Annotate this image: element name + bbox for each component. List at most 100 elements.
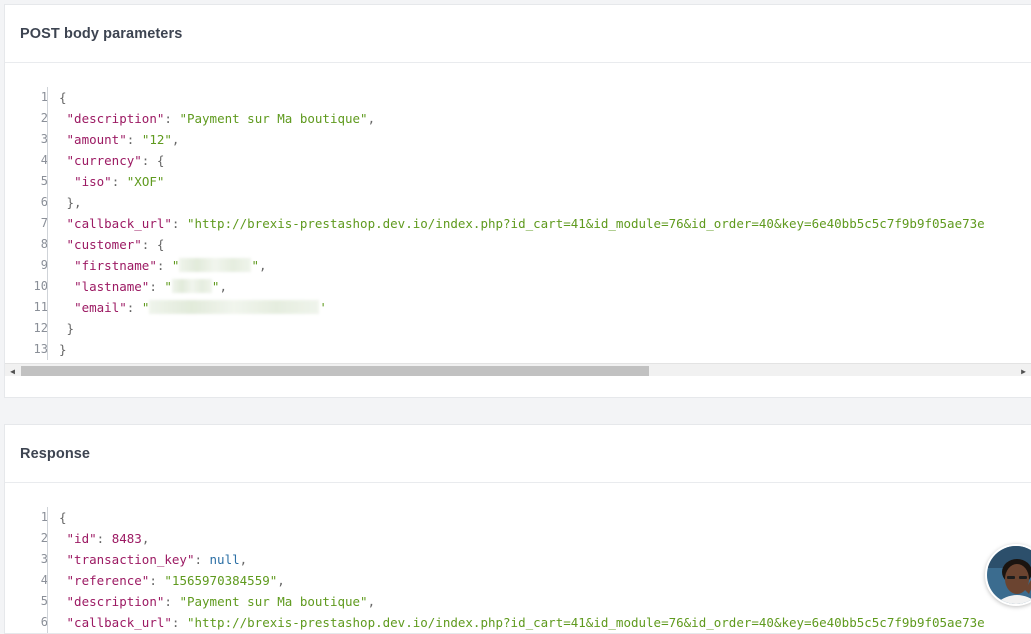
json-punctuation: :: [194, 552, 210, 567]
scrollbar-thumb[interactable]: [21, 366, 649, 376]
response-line-number: 6: [40, 615, 48, 629]
json-punctuation: [59, 279, 74, 294]
json-punctuation: :: [164, 111, 180, 126]
request-line-number: 13: [33, 342, 48, 356]
request-line-number: 10: [33, 279, 48, 293]
json-key: "description": [66, 111, 165, 126]
response-line-numbers: 1 2 3 4 5 6: [5, 507, 48, 633]
redacted-value: [149, 300, 320, 314]
response-line-number: 2: [40, 531, 48, 545]
json-punctuation: ,: [277, 573, 285, 588]
json-key: "callback_url": [66, 615, 172, 630]
json-punctuation: },: [59, 195, 82, 210]
response-code-lines[interactable]: { "id": 8483, "transaction_key": null, "…: [59, 507, 985, 633]
request-code-block: 1 2 3 4 5 6 7 8 9 10 11 12 13 { "description": "Paym…: [5, 63, 1031, 376]
json-value: ": [164, 279, 172, 294]
json-punctuation: :: [171, 216, 187, 231]
json-key: "lastname": [74, 279, 150, 294]
json-punctuation: [59, 531, 67, 546]
response-line-number: 4: [40, 573, 48, 587]
json-value: "Payment sur Ma boutique": [179, 111, 368, 126]
request-line-number: 7: [40, 216, 48, 230]
json-punctuation: :: [164, 594, 180, 609]
response-panel-header: Response: [5, 425, 1031, 483]
json-value: "XOF": [126, 174, 165, 189]
json-key: "description": [66, 594, 165, 609]
request-panel-title: POST body parameters: [20, 25, 183, 42]
json-punctuation: :: [149, 573, 165, 588]
request-line-number: 11: [33, 300, 48, 314]
json-punctuation: }: [59, 321, 75, 336]
json-punctuation: [59, 132, 67, 147]
json-key: "transaction_key": [66, 552, 195, 567]
json-value: ': [319, 300, 327, 315]
response-panel: Response 1 2 3 4 5 6 { "id": 8483, "transacti…: [4, 424, 1031, 634]
json-punctuation: :: [126, 300, 142, 315]
json-punctuation: ,: [239, 552, 248, 567]
request-code-line: "description": "Payment sur Ma boutique"…: [59, 108, 985, 129]
json-punctuation: : {: [141, 153, 165, 168]
json-punctuation: [59, 573, 67, 588]
request-code-lines[interactable]: { "description": "Payment sur Ma boutiqu…: [59, 87, 985, 360]
json-value: null: [209, 552, 240, 567]
json-key: "firstname": [74, 258, 157, 273]
scroll-right-arrow-icon[interactable]: ▶: [1016, 364, 1031, 376]
request-code-line: },: [59, 192, 985, 213]
json-punctuation: ,: [171, 132, 180, 147]
json-punctuation: :: [171, 615, 187, 630]
response-code-line: "callback_url": "http://brexis-prestasho…: [59, 612, 985, 633]
json-key: "id": [66, 531, 97, 546]
response-panel-title: Response: [20, 445, 91, 462]
response-gutter-divider: [47, 507, 48, 633]
json-punctuation: ,: [367, 594, 376, 609]
request-code-line: }: [59, 318, 985, 339]
json-value: "http://brexis-prestashop.dev.io/index.p…: [186, 216, 985, 231]
json-value: ": [251, 258, 259, 273]
request-line-number: 5: [40, 174, 48, 188]
request-line-number: 2: [40, 111, 48, 125]
json-key: "email": [74, 300, 127, 315]
request-line-numbers: 1 2 3 4 5 6 7 8 9 10 11 12 13: [5, 87, 48, 360]
request-line-number: 9: [40, 258, 48, 272]
json-punctuation: :: [96, 531, 112, 546]
json-value: 8483: [111, 531, 142, 546]
request-code-line: "firstname": " ",: [59, 255, 985, 276]
request-code-line: }: [59, 339, 985, 360]
request-line-number: 4: [40, 153, 48, 167]
json-punctuation: ,: [258, 258, 267, 273]
json-punctuation: [59, 111, 67, 126]
request-horizontal-scrollbar[interactable]: ◀ ▶: [5, 363, 1031, 376]
response-code-line: "id": 8483,: [59, 528, 985, 549]
json-key: "callback_url": [66, 216, 172, 231]
request-panel: POST body parameters 1 2 3 4 5 6 7 8 9 10 11 12 13 {…: [4, 4, 1031, 398]
request-panel-header: POST body parameters: [5, 5, 1031, 63]
request-code-line: "customer": {: [59, 234, 985, 255]
redacted-value: [179, 258, 252, 272]
json-key: "customer": [66, 237, 142, 252]
json-punctuation: [59, 615, 67, 630]
response-line-number: 5: [40, 594, 48, 608]
request-code-line: "lastname": " ",: [59, 276, 985, 297]
json-punctuation: : {: [141, 237, 165, 252]
json-value: "12": [141, 132, 172, 147]
json-value: ": [141, 300, 150, 315]
request-line-number: 6: [40, 195, 48, 209]
redacted-value: [171, 279, 212, 293]
scroll-left-arrow-icon[interactable]: ◀: [5, 364, 20, 376]
request-code-line: {: [59, 87, 985, 108]
json-punctuation: [59, 300, 74, 315]
json-punctuation: :: [111, 174, 127, 189]
request-code-line: "currency": {: [59, 150, 985, 171]
request-code-line: "email": " ': [59, 297, 985, 318]
request-gutter-divider: [47, 87, 48, 360]
request-line-number: 12: [33, 321, 48, 335]
response-code-line: "reference": "1565970384559",: [59, 570, 985, 591]
json-punctuation: [59, 237, 67, 252]
response-line-number: 3: [40, 552, 48, 566]
json-punctuation: ,: [219, 279, 227, 294]
json-key: "reference": [66, 573, 150, 588]
json-punctuation: ,: [367, 111, 376, 126]
request-line-number: 3: [40, 132, 48, 146]
request-line-number: 8: [40, 237, 48, 251]
json-punctuation: [59, 153, 67, 168]
